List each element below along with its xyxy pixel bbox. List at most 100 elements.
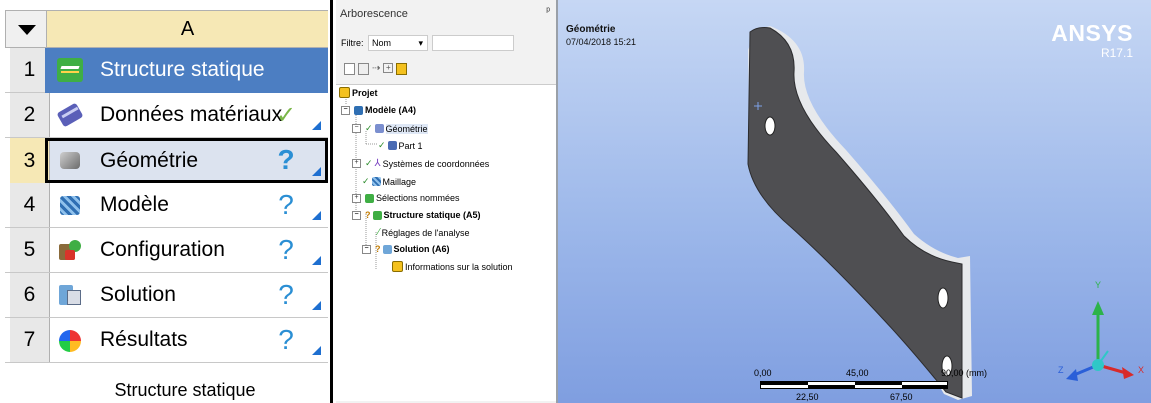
solution-icon: [57, 283, 83, 307]
expand-icon[interactable]: +: [352, 193, 361, 203]
filter-label: Filtre:: [341, 38, 364, 48]
row-label: Modèle: [100, 193, 169, 216]
system-row-4[interactable]: 4 Modèle ?: [5, 183, 328, 228]
axis-triad[interactable]: [1058, 285, 1138, 395]
part-icon: [387, 141, 397, 150]
corner-arrow-icon: [312, 211, 321, 220]
question-icon: ?: [278, 189, 294, 220]
results-icon: [57, 328, 83, 352]
scale-label-67: 67,50: [890, 392, 913, 402]
geometry-icon: [57, 148, 83, 172]
row-number: 1: [10, 48, 50, 92]
system-row-2[interactable]: 2 Données matériaux ✓: [5, 93, 328, 138]
row-label: Solution: [100, 283, 176, 306]
tree-node-label: Sélections nommées: [376, 193, 460, 203]
collapse-icon[interactable]: −: [352, 210, 361, 220]
question-icon: ?: [375, 244, 381, 254]
toolbar-expand-icon[interactable]: +: [383, 63, 394, 73]
axis-z-label: Z: [1058, 365, 1064, 375]
row-label: Configuration: [100, 238, 225, 261]
outline-tree: Projet − Modèle (A4) − ✓ Géométrie ✓ Par…: [336, 84, 556, 401]
mesh-icon: [371, 177, 381, 186]
static-structural-icon: [372, 210, 382, 220]
toolbar-copy-icon[interactable]: [358, 63, 369, 75]
collapse-icon[interactable]: −: [341, 105, 350, 115]
coordinate-system-icon: ⅄: [374, 158, 381, 169]
question-icon: ?: [278, 234, 294, 265]
row-number: 4: [10, 183, 50, 227]
filter-value: Nom: [372, 38, 392, 48]
tree-node-maillage[interactable]: ✓ Maillage: [362, 176, 416, 187]
question-icon: ?: [365, 210, 371, 220]
tree-node-label: Maillage: [382, 176, 417, 187]
system-row-6[interactable]: 6 Solution ?: [5, 273, 328, 318]
tree-node-label: Réglages de l'analyse: [381, 227, 470, 238]
collapse-arrow-icon[interactable]: [18, 25, 36, 35]
tree-node-label: Systèmes de coordonnées: [382, 158, 490, 169]
workbench-header: A: [5, 10, 328, 48]
check-icon: ✓: [362, 176, 370, 186]
row-label: Résultats: [100, 328, 188, 351]
expand-icon[interactable]: +: [352, 159, 361, 168]
chevron-down-icon: ▾: [418, 38, 423, 48]
geometry-icon: [374, 124, 384, 133]
mounting-hole: [937, 287, 949, 309]
row-label: Géométrie: [100, 148, 199, 172]
axis-y-label: Y: [1095, 280, 1102, 290]
system-row-5[interactable]: 5 Configuration ?: [5, 228, 328, 273]
tree-node-projet[interactable]: Projet: [339, 87, 378, 98]
solution-information-icon: [392, 261, 403, 272]
collapse-icon[interactable]: −: [352, 124, 361, 133]
check-icon: ✓: [365, 123, 373, 133]
collapse-icon[interactable]: −: [362, 244, 371, 254]
tree-node-selections[interactable]: + Sélections nommées: [352, 193, 460, 203]
tree-node-reglages[interactable]: ⁄ Réglages de l'analyse: [378, 227, 469, 238]
filter-select[interactable]: Nom ▾: [368, 35, 428, 51]
solution-icon: [382, 244, 392, 254]
tree-node-structure[interactable]: − ? Structure statique (A5): [352, 210, 481, 220]
scale-label-0: 0,00: [754, 368, 772, 378]
system-row-3[interactable]: 3 Géométrie ?: [5, 138, 328, 183]
static-structural-icon: [57, 58, 83, 82]
scale-label-45: 45,00: [846, 368, 869, 378]
model-icon: [354, 105, 363, 115]
corner-arrow-icon: [312, 121, 321, 130]
tree-node-label: Projet: [352, 87, 378, 98]
toolbar-project-icon[interactable]: [396, 63, 408, 75]
row-number: 3: [10, 138, 50, 183]
toolbar-doc-icon[interactable]: [344, 63, 355, 75]
row-number: 7: [10, 318, 50, 362]
check-icon: ✓: [378, 140, 386, 150]
check-icon: ✓: [365, 158, 373, 168]
row-number: 5: [10, 228, 50, 272]
system-row-1[interactable]: 1 Structure statique: [5, 48, 328, 93]
tree-node-label: Géométrie: [385, 123, 428, 134]
workbench-panel: A 1 Structure statique 2 Données matéria…: [0, 0, 333, 403]
tree-node-label: Solution (A6): [393, 244, 450, 254]
toolbar-arrow-icon[interactable]: ⇢: [372, 63, 380, 77]
tree-node-solution[interactable]: − ? Solution (A6): [362, 244, 450, 254]
filter-input[interactable]: [432, 35, 514, 51]
question-icon: ?: [277, 144, 295, 175]
axis-x-label: X: [1138, 365, 1145, 375]
scale-bar: [760, 381, 948, 389]
tree-node-label: Part 1: [398, 140, 423, 151]
analysis-settings-icon: ⁄: [378, 227, 380, 238]
system-name-label[interactable]: Structure statique: [50, 380, 320, 401]
tree-node-informations[interactable]: Informations sur la solution: [392, 261, 513, 272]
graphics-viewport[interactable]: Géométrie 07/04/2018 15:21 ANSYS R17.1 0…: [558, 0, 1151, 403]
corner-arrow-icon: [312, 346, 321, 355]
corner-arrow-icon: [312, 167, 321, 176]
check-icon: ✓: [275, 101, 297, 129]
tree-node-modele[interactable]: − Modèle (A4): [341, 105, 416, 115]
pin-icon[interactable]: ᵖ: [546, 6, 550, 17]
tree-node-systemes[interactable]: + ✓ ⅄ Systèmes de coordonnées: [352, 158, 489, 169]
tree-node-label: Informations sur la solution: [405, 261, 513, 272]
outline-toolbar: ⇢ +: [344, 63, 408, 77]
row-number: 2: [10, 93, 50, 137]
scale-label-22: 22,50: [796, 392, 819, 402]
row-label: Structure statique: [100, 58, 265, 81]
tree-node-part1[interactable]: ✓ Part 1: [378, 140, 423, 151]
tree-node-geometrie[interactable]: − ✓ Géométrie: [352, 123, 428, 134]
system-row-7[interactable]: 7 Résultats ?: [5, 318, 328, 363]
